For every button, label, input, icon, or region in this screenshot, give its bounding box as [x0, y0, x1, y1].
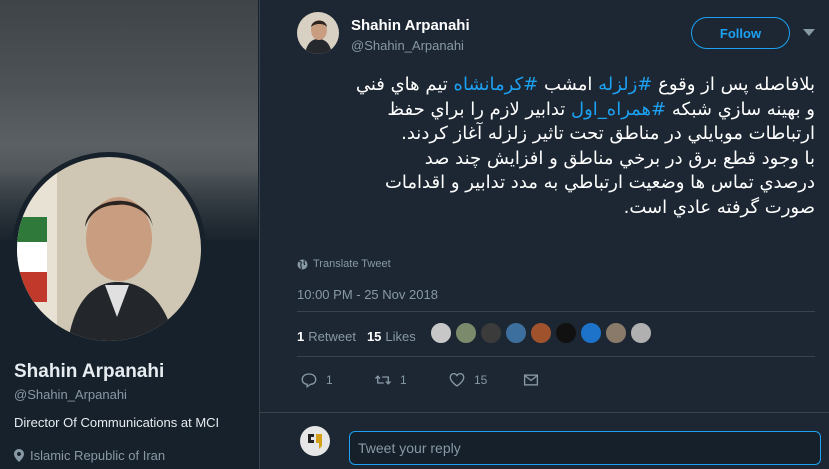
liker-avatar[interactable] — [455, 322, 477, 344]
reply-count: 1 — [326, 373, 333, 387]
like-count: 15 — [474, 373, 488, 387]
profile-location: Islamic Republic of Iran — [14, 448, 165, 463]
author-photo — [297, 12, 339, 54]
like-action[interactable]: 15 — [448, 371, 522, 389]
retweet-icon — [375, 375, 391, 385]
retweet-stat-count: 1 — [297, 328, 305, 344]
globe-icon — [297, 259, 308, 269]
follow-button[interactable]: Follow — [691, 17, 790, 49]
tweet-actions: 1 1 15 — [300, 371, 596, 389]
reply-input[interactable] — [349, 431, 821, 465]
text-segment: و بهينه سازي شبكه — [666, 98, 815, 120]
text-segment: تيم هاي فني — [355, 74, 454, 95]
hashtag-link[interactable]: #همراه_اول — [571, 99, 666, 120]
user-logo-icon — [308, 434, 322, 449]
tweet-timestamp[interactable]: 10:00 PM - 25 Nov 2018 — [297, 287, 438, 302]
tweet-line-1: بلافاصله پس از وقوع #زلزله امشب #كرمانشا… — [295, 73, 815, 98]
hashtag-link[interactable]: #كرمانشاه — [454, 74, 539, 95]
liker-avatar[interactable] — [580, 322, 602, 344]
like-stat-count: 15 — [366, 328, 382, 344]
liker-avatar[interactable] — [530, 322, 552, 344]
profile-bio: Director Of Communications at MCI — [14, 415, 220, 430]
tweet-text: بلافاصله پس از وقوع #زلزله امشب #كرمانشا… — [295, 73, 815, 220]
tweet-stats: 1 Retweet 15 Likes — [297, 325, 427, 347]
tweet-author-name[interactable]: Shahin Arpanahi — [351, 17, 470, 34]
text-segment: امشب — [538, 74, 599, 95]
retweet-count: 1 — [400, 373, 407, 387]
divider — [297, 311, 815, 312]
location-pin-icon — [14, 449, 24, 462]
liker-avatar[interactable] — [555, 322, 577, 344]
profile-panel: Shahin Arpanahi @Shahin_Arpanahi Directo… — [0, 0, 258, 469]
profile-handle[interactable]: @Shahin_Arpanahi — [14, 387, 127, 402]
tweet-line-5: درصدي تماس ها وضعيت ارتباطي به مدد تدابي… — [384, 172, 815, 193]
current-user-avatar[interactable] — [300, 426, 330, 456]
tweet-detail: Shahin Arpanahi @Shahin_Arpanahi Follow … — [259, 0, 829, 469]
translate-label: Translate Tweet — [313, 258, 391, 270]
liker-avatar[interactable] — [430, 322, 452, 344]
hashtag-link[interactable]: #زلزله — [598, 74, 652, 95]
reply-icon — [301, 373, 317, 389]
profile-photo — [17, 157, 201, 341]
tweet-line-4: با وجود قطع برق در برخي مناطق و افزايش چ… — [424, 147, 815, 169]
profile-name[interactable]: Shahin Arpanahi — [14, 361, 164, 383]
translate-tweet-link[interactable]: Translate Tweet — [297, 258, 391, 270]
divider — [260, 412, 829, 413]
like-stat-label: Likes — [385, 328, 416, 344]
chevron-down-icon[interactable] — [803, 29, 815, 36]
retweet-action[interactable]: 1 — [374, 371, 448, 389]
liker-avatar[interactable] — [630, 322, 652, 344]
divider — [297, 356, 815, 357]
tweet-line-3: ارتباطات موبايلي در مناطق تحت تاثير زلزل… — [401, 123, 815, 144]
retweet-stat-label: Retweet — [308, 328, 356, 344]
retweet-stat[interactable]: 1 Retweet — [297, 329, 356, 344]
text-segment: بلافاصله پس از وقوع — [652, 74, 815, 95]
liker-avatar[interactable] — [480, 322, 502, 344]
liker-avatar[interactable] — [605, 322, 627, 344]
reply-action[interactable]: 1 — [300, 371, 374, 389]
liker-avatar[interactable] — [505, 322, 527, 344]
tweet-author-handle[interactable]: @Shahin_Arpanahi — [351, 38, 464, 53]
tweet-line-2: و بهينه سازي شبكه #همراه_اول تدابير لازم… — [295, 98, 815, 123]
text-segment: تدابير لازم را براي حفظ — [387, 98, 572, 120]
tweet-line-6: صورت گرفته عادي است. — [623, 196, 815, 218]
like-stat[interactable]: 15 Likes — [367, 329, 416, 344]
envelope-icon — [523, 374, 539, 386]
location-text: Islamic Republic of Iran — [30, 448, 166, 463]
direct-message-action[interactable] — [522, 371, 596, 389]
liker-avatars — [430, 322, 652, 344]
profile-avatar[interactable] — [12, 152, 206, 346]
tweet-author-avatar[interactable] — [297, 12, 339, 54]
heart-icon — [449, 372, 465, 387]
